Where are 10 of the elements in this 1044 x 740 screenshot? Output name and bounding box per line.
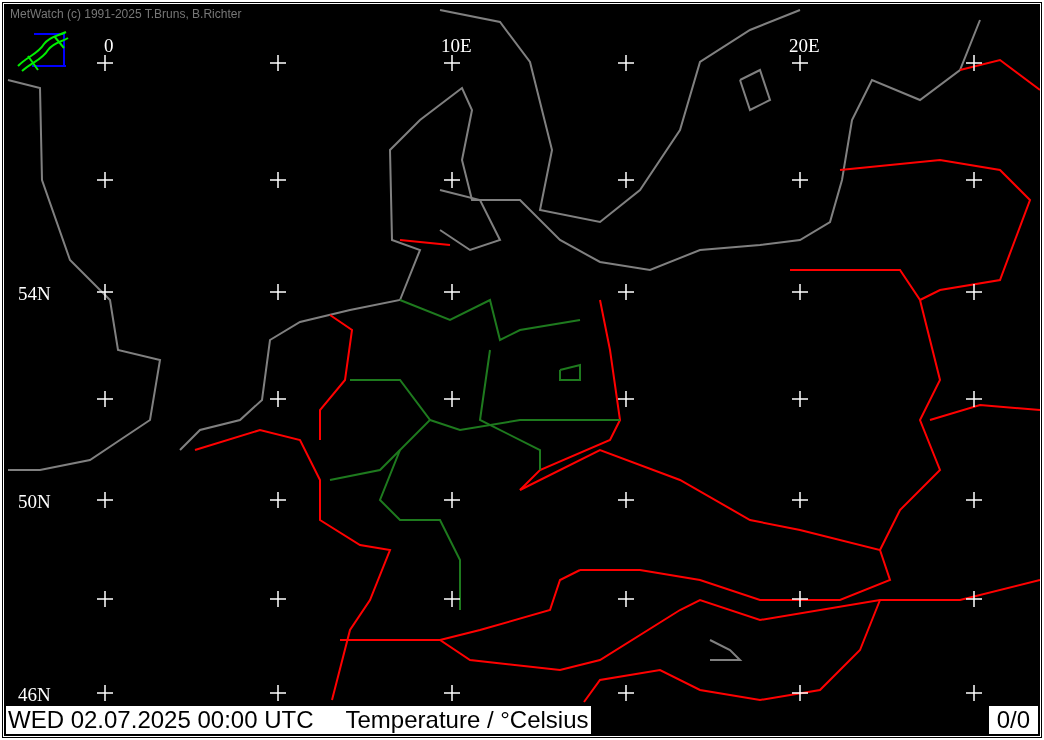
latitude-label: 46N — [18, 685, 51, 705]
latitude-label: 54N — [18, 284, 51, 304]
latitude-label: 50N — [18, 492, 51, 512]
frame-counter: 0/0 — [988, 706, 1038, 734]
valid-time: WED 02.07.2025 00:00 UTC — [8, 706, 314, 734]
parameter-label: Temperature / °Celsius — [345, 706, 589, 734]
credit-text: MetWatch (c) 1991-2025 T.Bruns, B.Richter — [10, 7, 242, 21]
longitude-label: 0 — [104, 36, 114, 56]
longitude-label: 20E — [789, 36, 820, 56]
longitude-label: 10E — [441, 36, 472, 56]
